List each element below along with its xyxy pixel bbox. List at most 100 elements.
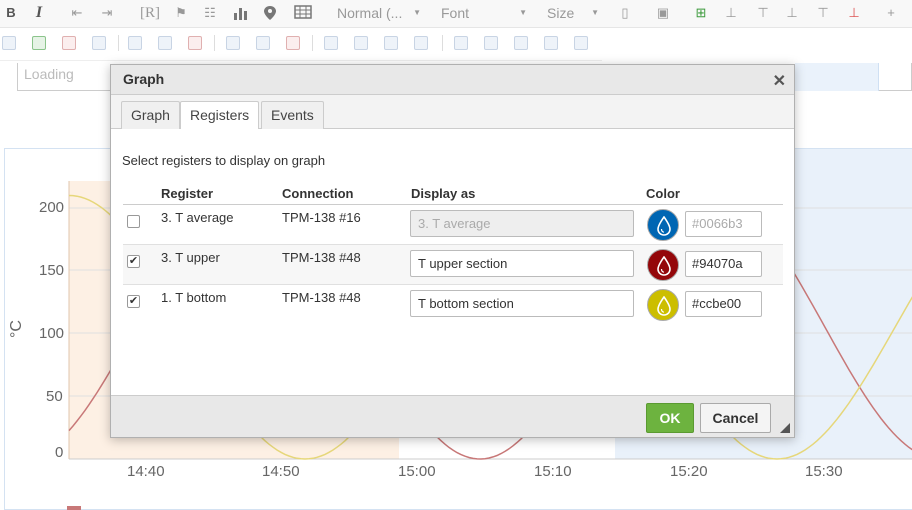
register-name: 3. T average [161,210,234,225]
tab-bar: Graph Registers Events [111,95,794,130]
split-icon[interactable] [484,36,498,50]
y-axis-label: °C [7,320,25,338]
paste-after-icon[interactable] [414,36,428,50]
col-insert-icon[interactable] [256,36,270,50]
col-right-icon[interactable]: ⊤ [812,2,834,24]
x-tick-label: 15:30 [805,463,843,480]
italic-button[interactable]: I [28,2,50,24]
col-header-connection: Connection [282,186,354,201]
color-hex-input[interactable]: #ccbe00 [685,291,762,317]
col-header-display-as: Display as [411,186,476,201]
col-icon[interactable] [226,36,240,50]
close-icon[interactable]: ✕ [773,71,786,91]
x-tick-label: 15:20 [670,463,708,480]
separator [118,35,119,51]
tab-registers[interactable]: Registers [180,101,260,130]
col-header-color: Color [646,186,680,201]
editor-toolbar: B I ⇤ ⇥ [R] ⚑ ☷ Normal (... ▼ Font ▼ Size ▼… [0,0,912,28]
drop-icon [657,216,671,236]
x-tick-label: 15:00 [398,463,436,480]
dialog-body: Select registers to display on graph Reg… [111,129,794,395]
split-h-icon[interactable] [514,36,528,50]
table-row: 3. T average TPM-138 #16 3. T average #0… [123,205,783,245]
page-icon[interactable]: ▯ [614,2,636,24]
color-hex-input[interactable]: #94070a [685,251,762,277]
x-tick-label: 14:40 [127,463,165,480]
row-checkbox[interactable]: ✔ [127,295,140,308]
x-tick-label: 14:50 [262,463,300,480]
cut-row-icon[interactable] [324,36,338,50]
dialog-footer: OK Cancel [111,395,794,437]
register-name: 1. T bottom [161,290,227,305]
drop-icon [657,256,671,276]
y-tick-label: 0 [55,444,64,461]
delete-table-icon[interactable] [62,36,76,50]
connection-name: TPM-138 #48 [282,250,361,265]
y-tick-label: 50 [46,388,63,405]
connection-name: TPM-138 #48 [282,290,361,305]
row-checkbox[interactable]: ✔ [127,255,140,268]
reference-button[interactable]: [R] [136,2,164,24]
separator [442,35,443,51]
flag-icon[interactable]: ⚑ [170,2,192,24]
dialog-title: Graph [111,65,794,95]
insert-row-icon[interactable]: ⊞ [690,2,712,24]
separator [214,35,215,51]
tab-events[interactable]: Events [261,101,324,129]
tab-graph[interactable]: Graph [121,101,180,129]
separator [312,35,313,51]
color-hex-input[interactable]: #0066b3 [685,211,762,237]
bar-chart-icon[interactable] [230,2,252,24]
cell-icon[interactable] [128,36,142,50]
row-checkbox[interactable] [127,215,140,228]
color-swatch[interactable] [647,209,679,241]
resize-grip-icon[interactable] [780,423,790,433]
row-icon[interactable] [158,36,172,50]
display-as-input[interactable]: 3. T average [410,210,634,237]
font-select[interactable]: Font ▼ [437,2,531,24]
delete-col-icon[interactable] [286,36,300,50]
row-below-icon[interactable]: ⊤ [752,2,774,24]
color-swatch[interactable] [647,249,679,281]
format-select[interactable]: Normal (... ▼ [333,2,425,24]
indent-icon[interactable]: ⇥ [96,2,118,24]
merge-icon[interactable] [454,36,468,50]
col-header-register: Register [161,186,214,201]
graph-dialog: Graph ✕ Graph Registers Events Select re… [110,64,795,438]
add-table-icon[interactable] [32,36,46,50]
tree-icon[interactable]: ☷ [199,2,221,24]
y-tick-label: 100 [39,325,65,342]
delete-row-icon[interactable]: ⊥ [843,2,865,24]
dialog-subtitle: Select registers to display on graph [122,153,326,168]
more-icon[interactable]: + [880,2,902,24]
delete-cell-icon[interactable] [188,36,202,50]
table-toolbar [0,29,602,61]
table-row: ✔ 1. T bottom TPM-138 #48 T bottom secti… [123,285,783,325]
col-left-icon[interactable]: ⊥ [781,2,803,24]
cancel-button[interactable]: Cancel [700,403,771,433]
outdent-icon[interactable]: ⇤ [66,2,88,24]
register-name: 3. T upper [161,250,220,265]
table-icon[interactable] [292,2,314,24]
table-props-icon[interactable] [92,36,106,50]
x-tick-label: 15:10 [534,463,572,480]
display-as-input[interactable]: T bottom section [410,290,634,317]
split-v-icon[interactable] [544,36,558,50]
grid-icon[interactable] [2,36,16,50]
copy-row-icon[interactable] [354,36,368,50]
loading-highlight [795,63,879,91]
map-pin-icon[interactable] [259,2,281,24]
y-tick-label: 150 [39,262,65,279]
connection-name: TPM-138 #16 [282,210,361,225]
table-row: ✔ 3. T upper TPM-138 #48 T upper section… [123,245,783,285]
legend-swatch [67,506,81,510]
template-icon[interactable]: ▣ [652,2,674,24]
paste-before-icon[interactable] [384,36,398,50]
display-as-input[interactable]: T upper section [410,250,634,277]
cell-props-icon[interactable] [574,36,588,50]
ok-button[interactable]: OK [646,403,694,433]
row-above-icon[interactable]: ⊥ [720,2,742,24]
color-swatch[interactable] [647,289,679,321]
size-select[interactable]: Size ▼ [543,2,603,24]
bold-button[interactable]: B [0,2,22,24]
